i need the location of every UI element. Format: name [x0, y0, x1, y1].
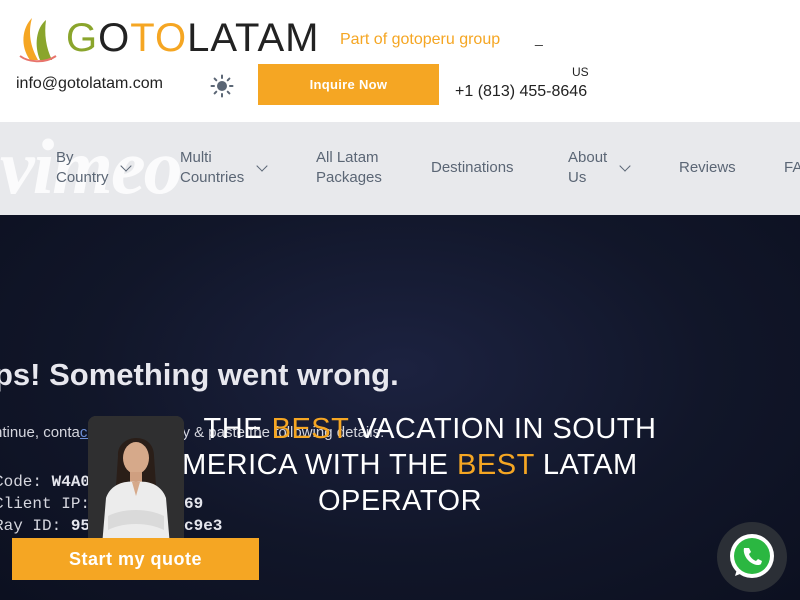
- top-bar: GOTOLATAM Part of gotoperu group _ info@…: [0, 0, 800, 122]
- nav-item-label: Destinations: [431, 159, 514, 176]
- error-message-text: ntinue, conta: [0, 424, 80, 441]
- nav-item-reviews[interactable]: Reviews: [679, 158, 736, 178]
- headline-text: VACATION IN SOUTH: [348, 413, 657, 445]
- headline-text: AMERICA WITH THE: [162, 449, 458, 481]
- ray-id-value-tail: c9e3: [184, 517, 223, 535]
- nav-item-about-us[interactable]: About Us: [568, 148, 607, 188]
- group-tagline[interactable]: Part of gotoperu group: [340, 31, 500, 49]
- inquire-now-button[interactable]: Inquire Now: [258, 64, 439, 105]
- nav-item-multi-countries[interactable]: Multi Countries: [180, 148, 244, 188]
- site-logo[interactable]: GOTOLATAM: [18, 14, 330, 66]
- nav-item-label: By Country: [56, 149, 109, 186]
- nav-item-by-country[interactable]: By Country: [56, 148, 109, 188]
- contact-phone[interactable]: +1 (813) 455-8646: [455, 83, 587, 101]
- hero-headline: THE BEST VACATION IN SOUTH AMERICA WITH …: [140, 411, 660, 519]
- whatsapp-icon: [730, 534, 774, 578]
- main-nav: vimeo By Country Multi Countries All Lat…: [0, 122, 800, 215]
- nav-item-faq[interactable]: FA: [784, 158, 800, 178]
- headline-highlight: BEST: [457, 449, 535, 481]
- contact-email[interactable]: info@gotolatam.com: [16, 75, 163, 93]
- error-title: ps! Something went wrong.: [0, 357, 399, 392]
- headline-text: OPERATOR: [317, 485, 483, 517]
- error-code: Code: W4A0I: [0, 473, 100, 491]
- logo-leaf-icon: [19, 18, 57, 63]
- nav-item-all-latam-packages[interactable]: All Latam Packages: [316, 148, 382, 188]
- nav-item-label: All Latam Packages: [316, 149, 382, 186]
- agent-photo-image: [88, 416, 184, 546]
- sun-icon[interactable]: [210, 74, 234, 98]
- nav-item-label: FA: [784, 159, 800, 176]
- error-code-label: Code:: [0, 473, 43, 491]
- nav-item-label: Multi Countries: [180, 149, 245, 186]
- client-ip-label: Client IP:: [0, 495, 100, 513]
- whatsapp-button[interactable]: [717, 522, 787, 592]
- nav-item-label: Reviews: [679, 159, 736, 176]
- ray-id-tail: c9e3: [184, 517, 222, 535]
- nav-item-label: About Us: [568, 149, 608, 186]
- country-selector[interactable]: US: [572, 65, 589, 79]
- ray-id-label: Ray ID:: [0, 517, 71, 535]
- chevron-down-icon[interactable]: [256, 160, 268, 172]
- header-dash: _: [535, 30, 543, 46]
- start-quote-button[interactable]: Start my quote: [12, 538, 259, 580]
- headline-highlight: BEST: [271, 413, 349, 445]
- nav-item-destinations[interactable]: Destinations: [431, 158, 514, 178]
- headline-text: THE: [203, 413, 272, 445]
- logo-wordmark: GOTOLATAM: [66, 16, 320, 60]
- agent-avatar[interactable]: [88, 416, 184, 546]
- chevron-down-icon[interactable]: [619, 160, 631, 172]
- headline-text: LATAM: [534, 449, 638, 481]
